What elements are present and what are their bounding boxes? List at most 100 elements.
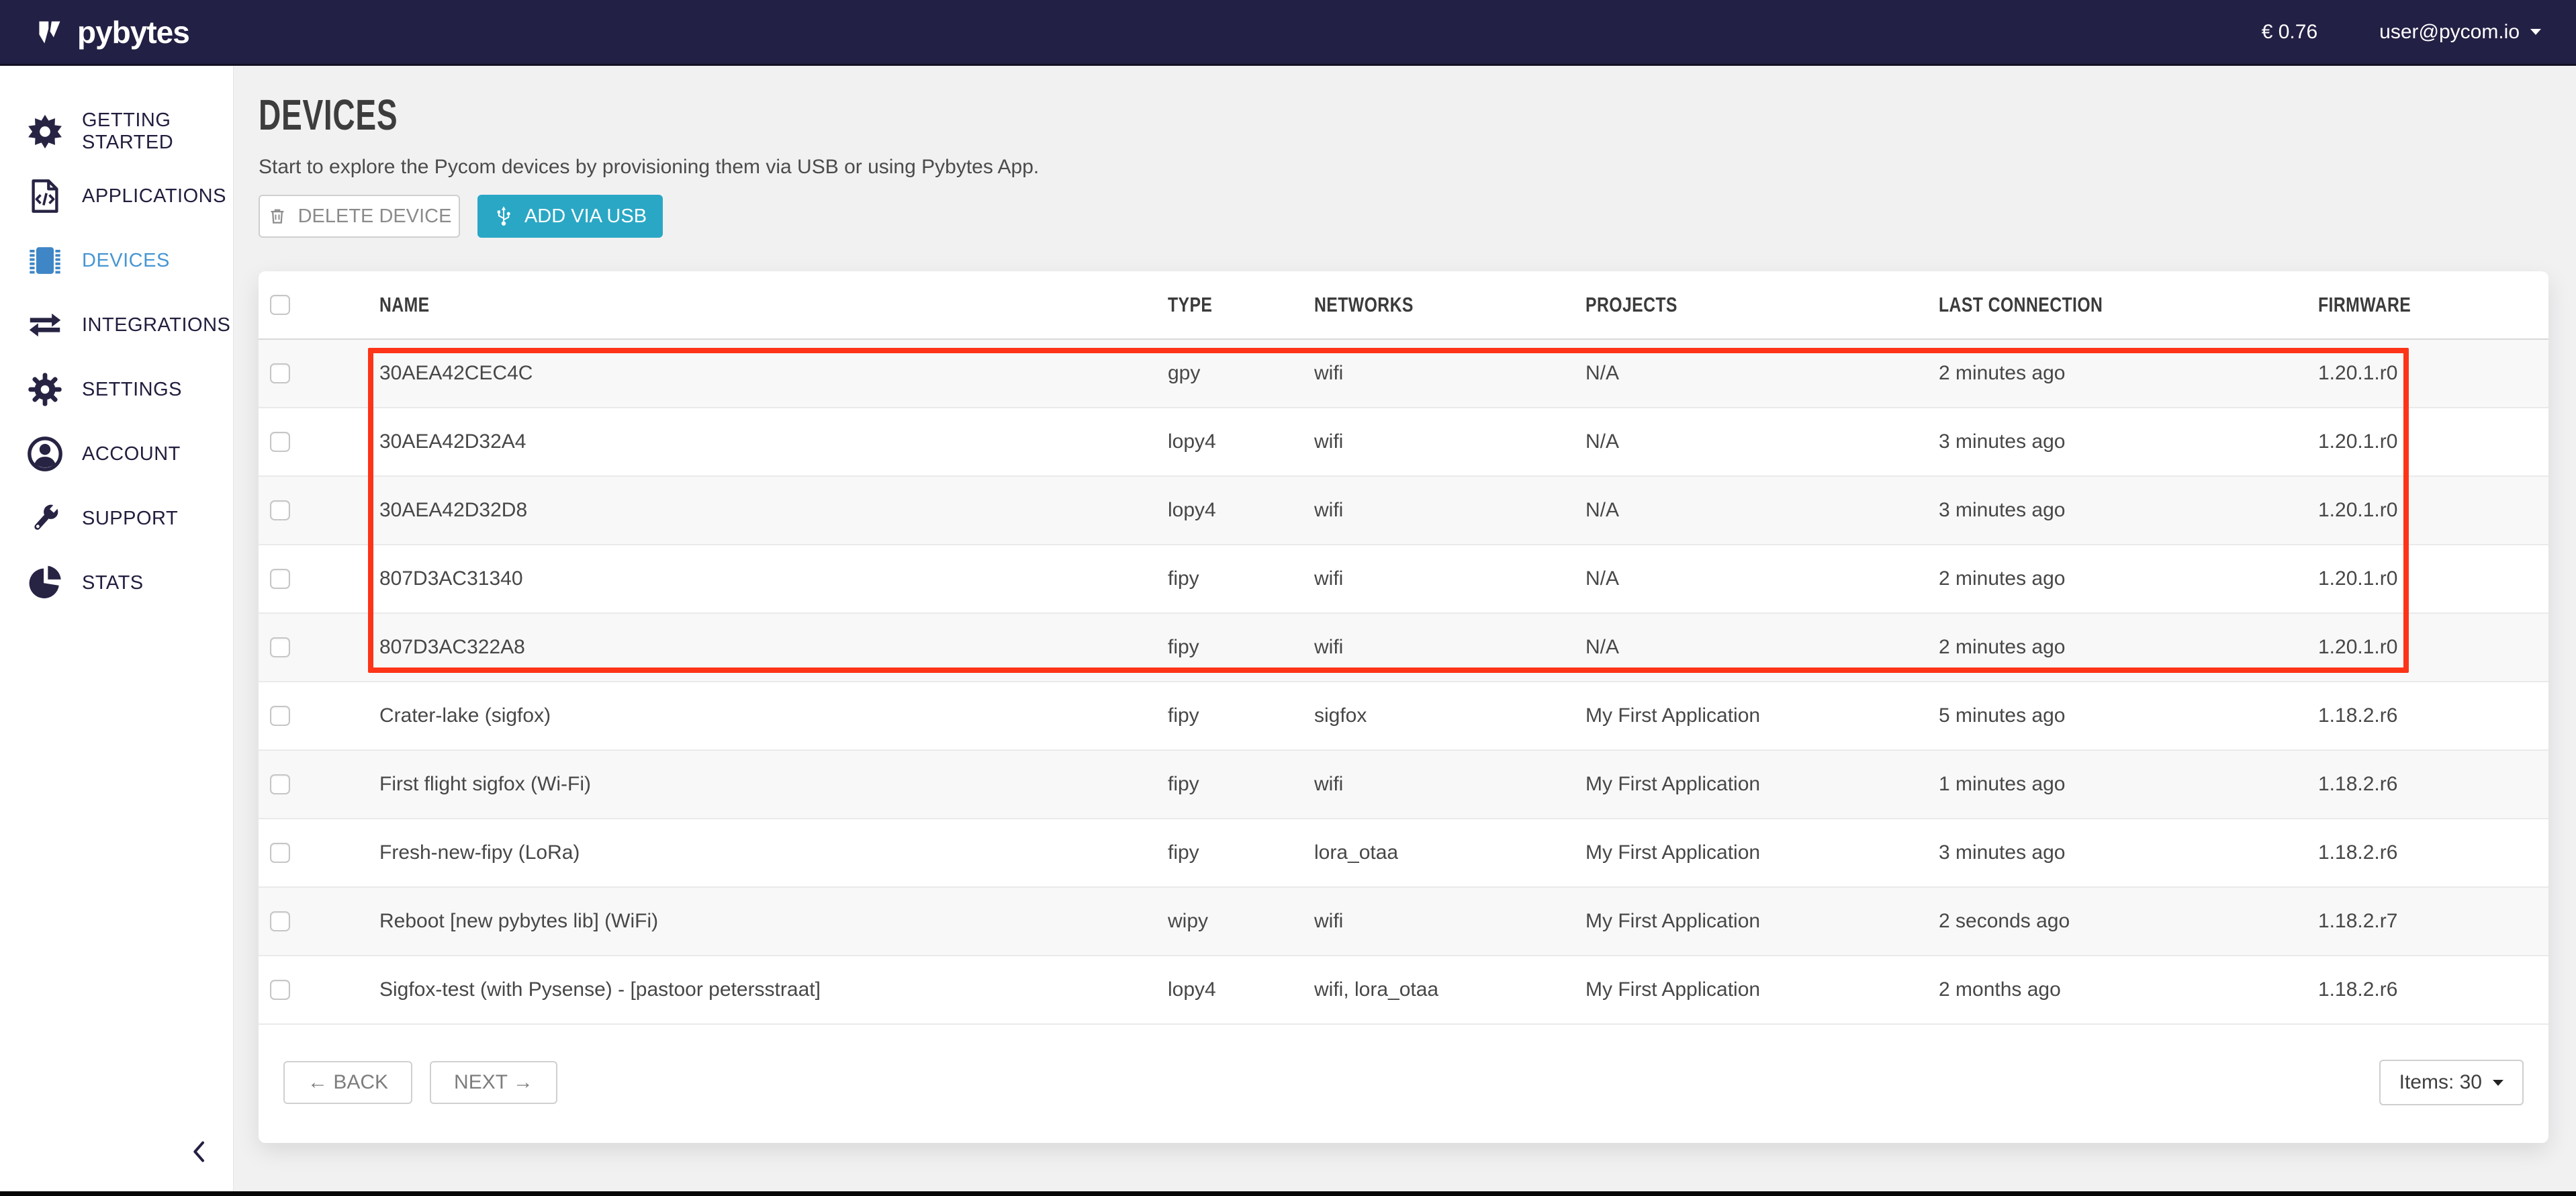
device-networks: wifi xyxy=(1314,476,1585,545)
sidebar-item-label: GETTING STARTED xyxy=(82,109,233,154)
logo-text: pybytes xyxy=(77,14,189,50)
device-last-connection: 2 months ago xyxy=(1939,956,2318,1024)
device-networks: wifi, lora_otaa xyxy=(1314,956,1585,1024)
table-row[interactable]: 30AEA42D32D8lopy4wifiN/A3 minutes ago1.2… xyxy=(259,476,2548,545)
device-name: Fresh-new-fipy (LoRa) xyxy=(379,819,1168,887)
device-networks: sigfox xyxy=(1314,682,1585,750)
device-last-connection: 3 minutes ago xyxy=(1939,408,2318,476)
table-row[interactable]: Sigfox-test (with Pysense) - [pastoor pe… xyxy=(259,956,2548,1024)
device-networks: wifi xyxy=(1314,408,1585,476)
wrench-icon xyxy=(24,498,66,539)
device-type: gpy xyxy=(1168,339,1314,408)
device-firmware: 1.18.2.r6 xyxy=(2318,750,2548,819)
device-type: fipy xyxy=(1168,750,1314,819)
device-firmware: 1.20.1.r0 xyxy=(2318,476,2548,545)
device-name: 807D3AC31340 xyxy=(379,545,1168,613)
row-checkbox[interactable] xyxy=(270,911,290,931)
device-type: fipy xyxy=(1168,545,1314,613)
sidebar-item-stats[interactable]: STATS xyxy=(0,551,233,615)
device-name: 807D3AC322A8 xyxy=(379,613,1168,682)
sidebar-item-applications[interactable]: APPLICATIONS xyxy=(0,164,233,228)
sidebar-item-account[interactable]: ACCOUNT xyxy=(0,422,233,486)
device-type: lopy4 xyxy=(1168,956,1314,1024)
device-name: Crater-lake (sigfox) xyxy=(379,682,1168,750)
pagination: ← BACK NEXT → Items: 30 xyxy=(283,1060,2524,1105)
select-all-cell xyxy=(259,271,379,339)
table-row[interactable]: 807D3AC322A8fipywifiN/A2 minutes ago1.20… xyxy=(259,613,2548,682)
sidebar-collapse-button[interactable] xyxy=(176,1132,223,1172)
sidebar-item-label: INTEGRATIONS xyxy=(82,314,230,336)
device-firmware: 1.18.2.r6 xyxy=(2318,819,2548,887)
sidebar-item-integrations[interactable]: INTEGRATIONS xyxy=(0,293,233,357)
select-all-checkbox[interactable] xyxy=(270,295,290,315)
device-type: fipy xyxy=(1168,613,1314,682)
devices-card: NAMETYPENETWORKSPROJECTSLAST CONNECTIONF… xyxy=(259,271,2548,1143)
column-header-projects: PROJECTS xyxy=(1585,271,1939,339)
trash-icon xyxy=(267,206,287,226)
device-projects: My First Application xyxy=(1585,750,1939,819)
row-checkbox-cell xyxy=(259,408,379,476)
row-checkbox-cell xyxy=(259,956,379,1024)
table-row[interactable]: 30AEA42D32A4lopy4wifiN/A3 minutes ago1.2… xyxy=(259,408,2548,476)
device-firmware: 1.20.1.r0 xyxy=(2318,545,2548,613)
gear-icon xyxy=(24,369,66,410)
device-projects: N/A xyxy=(1585,408,1939,476)
sidebar: GETTING STARTED APPLICATIONSDEVICES INTEGR… xyxy=(0,66,234,1191)
table-row[interactable]: First flight sigfox (Wi-Fi)fipywifiMy Fi… xyxy=(259,750,2548,819)
device-projects: N/A xyxy=(1585,339,1939,408)
sidebar-item-devices[interactable]: DEVICES xyxy=(0,228,233,293)
add-via-usb-button[interactable]: ADD VIA USB xyxy=(477,195,663,238)
device-projects: My First Application xyxy=(1585,682,1939,750)
row-checkbox-cell xyxy=(259,750,379,819)
row-checkbox[interactable] xyxy=(270,569,290,589)
row-checkbox[interactable] xyxy=(270,980,290,1000)
sidebar-item-settings[interactable]: SETTINGS xyxy=(0,357,233,422)
devices-table: NAMETYPENETWORKSPROJECTSLAST CONNECTIONF… xyxy=(259,271,2548,1025)
user-menu[interactable]: user@pycom.io xyxy=(2379,21,2541,44)
device-firmware: 1.18.2.r6 xyxy=(2318,956,2548,1024)
toolbar: DELETE DEVICE ADD VIA USB xyxy=(259,195,2548,238)
table-row[interactable]: Crater-lake (sigfox)fipysigfoxMy First A… xyxy=(259,682,2548,750)
row-checkbox[interactable] xyxy=(270,706,290,726)
sidebar-item-label: SUPPORT xyxy=(82,508,178,530)
chevron-down-icon xyxy=(2530,29,2541,35)
arrows-exchange-icon xyxy=(24,304,66,346)
device-name: 30AEA42D32A4 xyxy=(379,408,1168,476)
device-networks: wifi xyxy=(1314,339,1585,408)
sidebar-item-getting-started[interactable]: GETTING STARTED xyxy=(0,99,233,164)
table-row[interactable]: Reboot [new pybytes lib] (WiFi)wipywifiM… xyxy=(259,887,2548,956)
row-checkbox-cell xyxy=(259,887,379,956)
row-checkbox[interactable] xyxy=(270,843,290,863)
column-header-type: TYPE xyxy=(1168,271,1314,339)
row-checkbox[interactable] xyxy=(270,363,290,383)
items-per-page-dropdown[interactable]: Items: 30 xyxy=(2379,1060,2524,1105)
table-row[interactable]: 30AEA42CEC4CgpywifiN/A2 minutes ago1.20.… xyxy=(259,339,2548,408)
row-checkbox[interactable] xyxy=(270,637,290,657)
main-content: DEVICES Start to explore the Pycom devic… xyxy=(234,66,2576,1191)
row-checkbox[interactable] xyxy=(270,500,290,520)
page-title: DEVICES xyxy=(259,94,2548,136)
table-row[interactable]: 807D3AC31340fipywifiN/A2 minutes ago1.20… xyxy=(259,545,2548,613)
pie-chart-icon xyxy=(24,562,66,604)
device-networks: wifi xyxy=(1314,545,1585,613)
sun-icon xyxy=(24,111,66,152)
column-header-networks: NETWORKS xyxy=(1314,271,1585,339)
column-header-last-connection: LAST CONNECTION xyxy=(1939,271,2318,339)
sidebar-item-support[interactable]: SUPPORT xyxy=(0,486,233,551)
device-last-connection: 1 minutes ago xyxy=(1939,750,2318,819)
device-firmware: 1.20.1.r0 xyxy=(2318,339,2548,408)
sidebar-item-label: STATS xyxy=(82,572,144,594)
device-firmware: 1.18.2.r6 xyxy=(2318,682,2548,750)
device-last-connection: 2 minutes ago xyxy=(1939,339,2318,408)
table-row[interactable]: Fresh-new-fipy (LoRa)fipylora_otaaMy Fir… xyxy=(259,819,2548,887)
row-checkbox[interactable] xyxy=(270,774,290,794)
user-email: user@pycom.io xyxy=(2379,21,2520,44)
back-button[interactable]: ← BACK xyxy=(283,1061,412,1104)
page-subtitle: Start to explore the Pycom devices by pr… xyxy=(259,156,2548,179)
device-type: fipy xyxy=(1168,682,1314,750)
delete-device-button[interactable]: DELETE DEVICE xyxy=(259,195,460,238)
next-button[interactable]: NEXT → xyxy=(430,1061,557,1104)
row-checkbox-cell xyxy=(259,476,379,545)
device-name: First flight sigfox (Wi-Fi) xyxy=(379,750,1168,819)
row-checkbox[interactable] xyxy=(270,432,290,452)
